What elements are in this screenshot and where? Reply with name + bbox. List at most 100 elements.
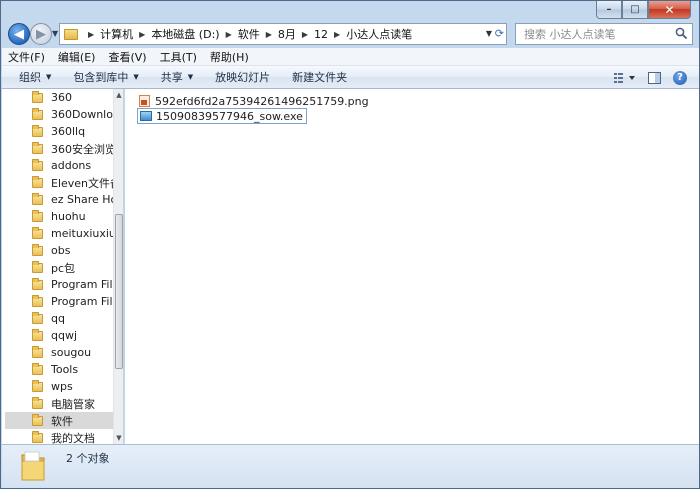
tree-item-software-selected[interactable]: 软件 <box>5 412 113 429</box>
tree-item-label: obs <box>51 244 71 257</box>
chevron-right-icon[interactable]: ▶ <box>88 30 94 39</box>
tree-item-meituxiuxiu[interactable]: meituxiuxiu <box>32 225 116 242</box>
forward-button[interactable]: ▶ <box>30 23 52 45</box>
menu-view[interactable]: 查看(V) <box>108 49 146 65</box>
close-button[interactable]: ✕ <box>648 1 691 19</box>
breadcrumb-12[interactable]: 12 <box>314 28 328 41</box>
nav-pane-scrollbar[interactable]: ▲ ▼ <box>113 89 123 444</box>
folder-icon <box>32 260 43 273</box>
tree-item-addons[interactable]: addons <box>32 157 116 174</box>
menu-file[interactable]: 文件(F) <box>8 49 45 65</box>
chevron-right-icon[interactable]: ▶ <box>302 30 308 39</box>
chevron-right-icon[interactable]: ▶ <box>334 30 340 39</box>
organize-button[interactable]: 组织 ▼ <box>19 69 51 85</box>
chevron-right-icon[interactable]: ▶ <box>266 30 272 39</box>
tree-item-sougou[interactable]: sougou <box>32 344 116 361</box>
caption-buttons: – □ ✕ <box>596 1 691 19</box>
tree-item-label: sougou <box>51 346 92 359</box>
menu-edit[interactable]: 编辑(E) <box>58 49 96 65</box>
file-item-png[interactable]: 592efd6fd2a75394261496251759.png <box>137 93 372 109</box>
tree-item-huohu[interactable]: huohu <box>32 208 116 225</box>
folder-icon <box>32 175 43 188</box>
folder-icon <box>32 107 43 120</box>
breadcrumb-computer[interactable]: 计算机 <box>100 26 133 42</box>
view-options-icon[interactable] <box>614 72 636 84</box>
folder-icon <box>32 379 43 392</box>
tree-item-my-documents[interactable]: 我的文档 <box>32 429 116 444</box>
command-bar: 组织 ▼ 包含到库中 ▼ 共享 ▼ 放映幻灯片 新建文件夹 ? <box>2 66 699 89</box>
breadcrumb-drive-d[interactable]: 本地磁盘 (D:) <box>151 26 219 42</box>
chevron-right-icon[interactable]: ▶ <box>226 30 232 39</box>
preview-pane-icon[interactable] <box>648 71 661 84</box>
menu-help[interactable]: 帮助(H) <box>210 49 249 65</box>
tree-item-360[interactable]: 360 <box>32 89 116 106</box>
tree-item-360-browser[interactable]: 360安全浏览器 <box>32 140 116 157</box>
help-icon[interactable]: ? <box>673 70 687 85</box>
tree-item-tools[interactable]: Tools <box>32 361 116 378</box>
file-name: 15090839577946_sow.exe <box>156 109 303 123</box>
navigation-pane[interactable]: 360 360Downloads 360llq 360安全浏览器 addons … <box>2 89 124 444</box>
tree-item-qqwj[interactable]: qqwj <box>32 327 116 344</box>
breadcrumb-current-folder[interactable]: 小达人点读笔 <box>346 26 412 42</box>
address-history-dropdown-icon[interactable]: ▼ <box>486 29 492 38</box>
tree-item-qq[interactable]: qq <box>32 310 116 327</box>
tree-item-label: Tools <box>51 363 79 376</box>
folder-icon <box>32 294 43 307</box>
tree-item-label: Program Files <box>51 295 116 308</box>
recent-pages-dropdown-icon[interactable]: ▼ <box>52 29 58 38</box>
address-bar[interactable]: ▶ 计算机 ▶ 本地磁盘 (D:) ▶ 软件 ▶ 8月 ▶ 12 ▶ 小达人点读… <box>59 23 507 45</box>
tree-item-label: wps <box>51 380 73 393</box>
tree-item-wps[interactable]: wps <box>32 378 116 395</box>
tree-item-360llq[interactable]: 360llq <box>32 123 116 140</box>
scroll-down-icon[interactable]: ▼ <box>114 432 123 444</box>
organize-label: 组织 <box>19 71 41 84</box>
breadcrumb-august[interactable]: 8月 <box>278 26 296 42</box>
search-input[interactable] <box>524 27 672 41</box>
breadcrumb-software[interactable]: 软件 <box>238 26 260 42</box>
include-in-library-label: 包含到库中 <box>73 71 129 84</box>
scroll-up-icon[interactable]: ▲ <box>114 89 123 101</box>
file-list-pane[interactable]: 592efd6fd2a75394261496251759.png 1509083… <box>125 89 699 444</box>
tree-item-obs[interactable]: obs <box>32 242 116 259</box>
refresh-icon[interactable]: ⟳ <box>495 27 504 40</box>
search-box <box>515 23 693 45</box>
tree-item-label: 软件 <box>51 414 73 428</box>
folder-icon <box>32 192 43 205</box>
back-arrow-icon: ◀ <box>14 26 24 42</box>
tree-item-eleven-backup[interactable]: Eleven文件备份 <box>32 174 116 191</box>
tree-item-label: 360 <box>51 91 72 104</box>
tree-item-program-files-2[interactable]: Program Files <box>32 293 116 310</box>
tree-item-label: ez Share Home <box>51 193 116 206</box>
search-icon[interactable] <box>675 27 688 40</box>
file-name: 592efd6fd2a75394261496251759.png <box>155 94 369 108</box>
back-button[interactable]: ◀ <box>8 23 30 45</box>
command-bar-right: ? <box>614 66 699 89</box>
folder-icon <box>32 328 43 341</box>
tree-item-ez-share-home[interactable]: ez Share Home <box>32 191 116 208</box>
tree-item-pc-manager[interactable]: 电脑管家 <box>32 395 116 412</box>
tree-item-label: Eleven文件备份 <box>51 176 116 190</box>
folder-icon <box>32 413 43 426</box>
file-item-exe[interactable]: 15090839577946_sow.exe <box>137 108 307 124</box>
tree-item-label: 360Downloads <box>51 108 116 121</box>
menu-tools[interactable]: 工具(T) <box>160 49 197 65</box>
include-in-library-button[interactable]: 包含到库中 ▼ <box>73 69 138 85</box>
tree-item-program-files[interactable]: Program Files <box>32 276 116 293</box>
folder-icon <box>32 277 43 290</box>
share-button[interactable]: 共享 ▼ <box>161 69 193 85</box>
scrollbar-thumb[interactable] <box>115 214 123 369</box>
folder-icon <box>21 451 45 481</box>
new-folder-button[interactable]: 新建文件夹 <box>292 69 347 85</box>
tree-item-360downloads[interactable]: 360Downloads <box>32 106 116 123</box>
minimize-button[interactable]: – <box>596 1 622 19</box>
chevron-right-icon[interactable]: ▶ <box>139 30 145 39</box>
chevron-down-icon: ▼ <box>133 73 139 81</box>
slideshow-button[interactable]: 放映幻灯片 <box>215 69 270 85</box>
tree-item-label: 360安全浏览器 <box>51 142 116 156</box>
tree-item-label: pc包 <box>51 261 76 275</box>
tree-item-pc-bao[interactable]: pc包 <box>32 259 116 276</box>
folder-icon <box>32 209 43 222</box>
maximize-button[interactable]: □ <box>622 1 648 19</box>
folder-icon <box>32 226 43 239</box>
tree-item-label: meituxiuxiu <box>51 227 116 240</box>
